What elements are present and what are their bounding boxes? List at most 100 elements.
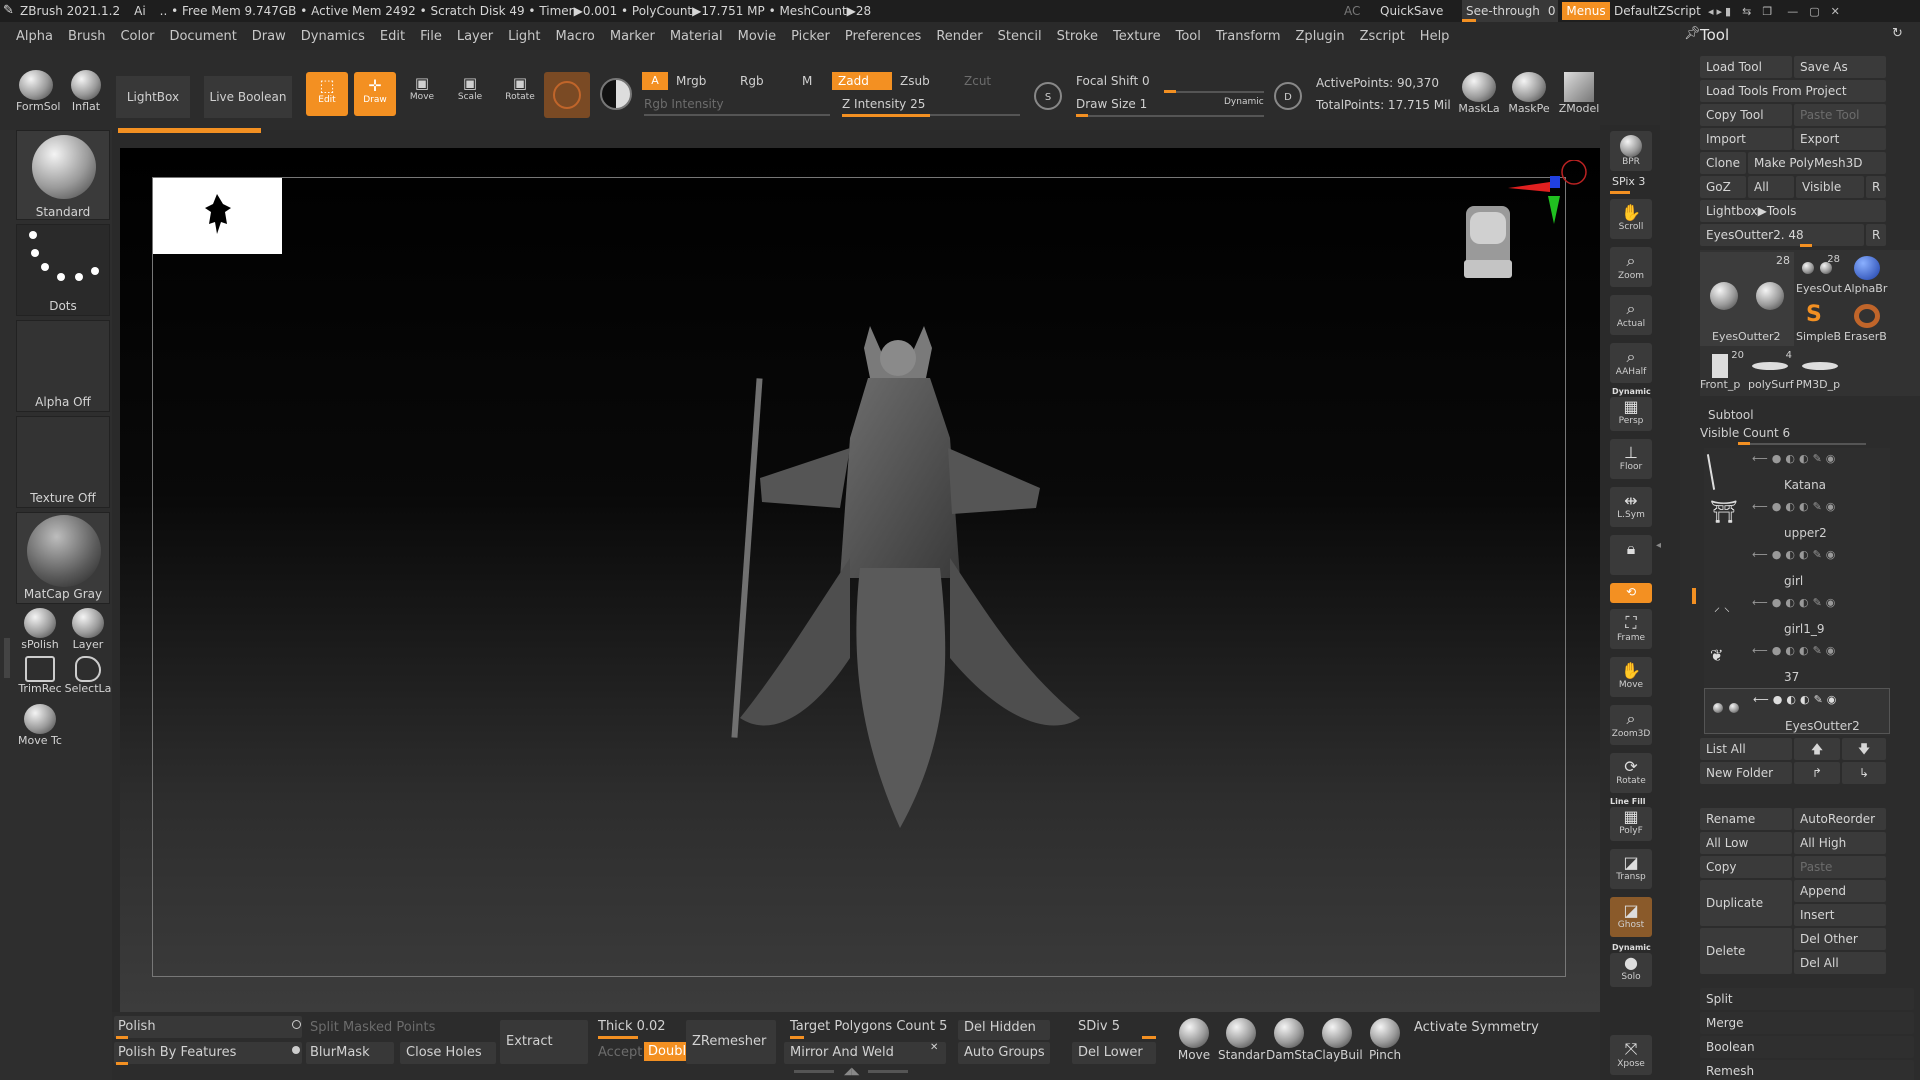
- standard-brush-button[interactable]: Standar: [1218, 1018, 1265, 1062]
- tool-thumb-simpleb[interactable]: S SimpleB: [1796, 300, 1842, 346]
- all-high-button[interactable]: All High: [1794, 832, 1886, 854]
- move-brush-button[interactable]: Move: [1174, 1018, 1214, 1062]
- new-folder-button[interactable]: New Folder: [1700, 762, 1792, 784]
- pinch-brush-button[interactable]: Pinch: [1362, 1018, 1408, 1062]
- menu-edit[interactable]: Edit: [380, 29, 405, 44]
- spolish-brush-button[interactable]: sPolish: [18, 608, 62, 651]
- bpr-button[interactable]: BPR: [1610, 131, 1652, 171]
- subtool-row-girl[interactable]: ⟵●◐◐✎◉ girl: [1704, 544, 1890, 590]
- eyesoutter2-slider[interactable]: EyesOutter2. 48: [1700, 224, 1864, 246]
- formsoft-brush-button[interactable]: FormSol: [16, 70, 60, 113]
- xyz-rotate-button[interactable]: ⟲: [1610, 583, 1652, 603]
- goz-visible-button[interactable]: Visible: [1796, 176, 1864, 198]
- menu-zscript[interactable]: Zscript: [1360, 29, 1405, 44]
- xpose-button[interactable]: ⤧ Xpose: [1610, 1035, 1652, 1075]
- edit-mode-button[interactable]: ⬚ Edit: [306, 72, 348, 116]
- lightbox-button[interactable]: LightBox: [116, 76, 190, 118]
- clone-button[interactable]: Clone: [1700, 152, 1746, 174]
- copy-subtool-button[interactable]: Copy: [1700, 856, 1792, 878]
- tool-thumb-alphabr[interactable]: AlphaBr: [1844, 252, 1890, 298]
- solo-button[interactable]: ● Solo: [1610, 953, 1652, 987]
- del-hidden-button[interactable]: Del Hidden: [964, 1020, 1036, 1035]
- stroke-dots-tile[interactable]: Dots: [16, 224, 110, 316]
- inflat-brush-button[interactable]: Inflat: [66, 70, 106, 113]
- zcut-button[interactable]: Zcut: [964, 74, 991, 88]
- trimrect-brush-button[interactable]: TrimRec: [16, 656, 64, 695]
- sdiv-slider[interactable]: SDiv 5: [1078, 1019, 1120, 1034]
- zadd-button[interactable]: Zadd: [832, 72, 892, 90]
- menu-tool[interactable]: Tool: [1176, 29, 1201, 44]
- scroll-button[interactable]: ✋ Scroll: [1610, 199, 1652, 239]
- draw-mode-button[interactable]: ✛ Draw: [354, 72, 396, 116]
- subtool-controls-icon[interactable]: ⟵●◐◐✎◉: [1752, 596, 1839, 609]
- layer-brush-button[interactable]: Layer: [66, 608, 110, 651]
- live-boolean-button[interactable]: Live Boolean: [204, 76, 292, 118]
- subtool-controls-icon[interactable]: ⟵●◐◐✎◉: [1752, 644, 1839, 657]
- move-up-arrow-icon[interactable]: 🡅: [1794, 738, 1840, 760]
- masklasso-button[interactable]: MaskLa: [1458, 72, 1500, 115]
- goz-button[interactable]: GoZ: [1700, 176, 1746, 198]
- tool-thumb-front[interactable]: 20 Front_p: [1700, 348, 1746, 394]
- tool-thumb-eyesoutter2[interactable]: 28 EyesOutter2: [1700, 252, 1794, 346]
- polyf-button[interactable]: ▦ PolyF: [1610, 807, 1652, 841]
- rgb-button[interactable]: Rgb: [740, 74, 764, 88]
- move-down-arrow-icon[interactable]: 🡇: [1842, 738, 1886, 760]
- subtool-controls-icon[interactable]: ⟵●◐◐✎◉: [1752, 548, 1839, 561]
- subtool-scrollbar[interactable]: [1692, 588, 1696, 604]
- zmodeler-button[interactable]: ZModel: [1556, 72, 1602, 115]
- append-button[interactable]: Append: [1794, 880, 1886, 902]
- subtool-controls-icon[interactable]: ⟵●◐◐✎◉: [1752, 452, 1839, 465]
- import-button[interactable]: Import: [1700, 128, 1792, 150]
- menu-color[interactable]: Color: [120, 29, 154, 44]
- mirror-axis-icon[interactable]: ✕: [930, 1042, 938, 1053]
- copy-tool-button[interactable]: Copy Tool: [1700, 104, 1792, 126]
- goz-all-button[interactable]: All: [1748, 176, 1794, 198]
- frame-button[interactable]: ⛶ Frame: [1610, 609, 1652, 649]
- list-all-button[interactable]: List All: [1700, 738, 1792, 760]
- target-polygons-slider[interactable]: Target Polygons Count 5: [790, 1019, 947, 1034]
- scale-mode-button[interactable]: ▣ Scale: [450, 74, 490, 116]
- lightbox-tools-button[interactable]: Lightbox▶Tools: [1700, 200, 1886, 222]
- load-tools-from-project-button[interactable]: Load Tools From Project: [1700, 80, 1886, 102]
- tool-thumb-eyesout[interactable]: 28 EyesOut: [1796, 252, 1842, 298]
- menu-light[interactable]: Light: [508, 29, 540, 44]
- swap-icon[interactable]: ⇆: [1742, 5, 1754, 18]
- export-button[interactable]: Export: [1794, 128, 1886, 150]
- subtool-header[interactable]: Subtool: [1708, 408, 1754, 422]
- tool-panel-refresh-icon[interactable]: ↻: [1892, 26, 1903, 41]
- blurmask-button[interactable]: BlurMask: [310, 1045, 370, 1060]
- maximize-icon[interactable]: ▢: [1809, 5, 1822, 18]
- menu-movie[interactable]: Movie: [738, 29, 776, 44]
- menu-draw[interactable]: Draw: [252, 29, 286, 44]
- del-lower-button[interactable]: Del Lower: [1078, 1045, 1143, 1060]
- dynamic-toggle[interactable]: Dynamic: [1224, 97, 1264, 107]
- window-layout-icon[interactable]: ◂▸▮: [1708, 5, 1734, 18]
- alpha-off-tile[interactable]: Alpha Off: [16, 320, 110, 412]
- transp-button[interactable]: ◪ Transp: [1610, 849, 1652, 889]
- spix-slider[interactable]: SPix 3: [1612, 175, 1645, 188]
- rgb-intensity-slider[interactable]: Rgb Intensity: [644, 97, 724, 111]
- visible-count-slider[interactable]: Visible Count 6: [1700, 426, 1790, 440]
- rotate-mode-button[interactable]: ▣ Rotate: [500, 74, 540, 116]
- menu-preferences[interactable]: Preferences: [845, 29, 921, 44]
- m-button[interactable]: M: [802, 74, 812, 88]
- merge-section[interactable]: Merge: [1700, 1012, 1914, 1034]
- floor-button[interactable]: ⊥ Floor: [1610, 439, 1652, 479]
- extract-button[interactable]: Extract: [506, 1034, 553, 1049]
- polish-radio[interactable]: [292, 1020, 301, 1029]
- all-low-button[interactable]: All Low: [1700, 832, 1792, 854]
- focal-shift-s-icon[interactable]: S: [1034, 82, 1062, 110]
- menu-dynamics[interactable]: Dynamics: [301, 29, 365, 44]
- bottom-tray-arrow-icon[interactable]: ◢◣: [844, 1066, 859, 1077]
- subtool-row-katana[interactable]: ⟵●◐◐✎◉ Katana: [1704, 448, 1890, 494]
- restore-layout-icon[interactable]: ❐: [1762, 5, 1775, 18]
- remesh-section[interactable]: Remesh: [1700, 1060, 1914, 1080]
- del-other-button[interactable]: Del Other: [1794, 928, 1886, 950]
- thick-slider[interactable]: Thick 0.02: [598, 1019, 666, 1034]
- menu-file[interactable]: File: [420, 29, 442, 44]
- ac-label[interactable]: AC: [1344, 4, 1360, 18]
- menu-alpha[interactable]: Alpha: [16, 29, 53, 44]
- lsym-button[interactable]: ⇹ L.Sym: [1610, 487, 1652, 527]
- bottom-tray-handle-left[interactable]: [794, 1070, 834, 1073]
- autoreorder-button[interactable]: AutoReorder: [1794, 808, 1886, 830]
